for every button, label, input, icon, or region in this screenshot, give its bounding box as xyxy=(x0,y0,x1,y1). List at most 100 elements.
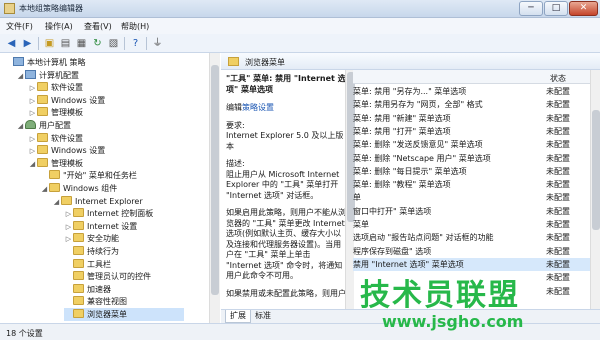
folder-icon xyxy=(73,246,84,255)
list-scrollbar[interactable] xyxy=(590,70,600,309)
folder-icon xyxy=(61,195,72,205)
tree-item[interactable]: ◢ 计算机配置 xyxy=(16,69,79,82)
tree-item[interactable]: ◢ 用户配置 xyxy=(16,119,71,132)
setting-status: 未配置 xyxy=(546,273,570,283)
tree-item[interactable]: 本地计算机 策略 xyxy=(4,56,86,69)
menu-bar: 文件(F) 操作(A) 查看(V) 帮助(H) xyxy=(0,18,600,34)
settings-list: 状态 菜单: 禁用 "另存为..." 菜单选项 未配置 菜单: 禁用另存为 "网页，… xyxy=(353,70,600,309)
up-folder-icon[interactable]: ▣ xyxy=(43,37,56,50)
maximize-button[interactable]: □ xyxy=(544,1,568,16)
tab-standard[interactable]: 标准 xyxy=(251,310,275,323)
menu-view[interactable]: 查看(V) xyxy=(84,21,112,32)
folder-icon xyxy=(37,82,48,92)
setting-status: 未配置 xyxy=(546,113,570,123)
forward-icon[interactable]: ▶ xyxy=(21,37,34,50)
tree-item[interactable]: ▷ 安全功能 xyxy=(64,232,119,245)
tree-item[interactable]: ▷ 软件设置 xyxy=(28,81,83,94)
column-status[interactable]: 状态 xyxy=(550,73,566,84)
tree-item[interactable]: 浏览器菜单 xyxy=(64,308,184,321)
tab-extended[interactable]: 扩展 xyxy=(225,310,251,323)
edit-prefix: 编辑 xyxy=(226,103,242,112)
setting-name: 菜单: 禁用 "打开" 菜单选项 xyxy=(353,126,451,136)
properties-icon[interactable]: ▦ xyxy=(75,37,88,50)
help-icon[interactable]: ? xyxy=(129,37,142,50)
list-item[interactable]: 菜单: 禁用 "新建" 菜单选项 未配置 xyxy=(353,112,590,125)
folder-icon xyxy=(37,94,48,104)
tree-item[interactable]: ◢ 管理模板 xyxy=(28,157,83,170)
list-item[interactable]: 菜单: 禁用另存为 "网页，全部" 格式 未配置 xyxy=(353,98,590,111)
tree-item[interactable]: ▷ Windows 设置 xyxy=(28,94,105,107)
folder-icon xyxy=(73,233,84,243)
tree-scroll-thumb[interactable] xyxy=(211,65,219,295)
requirements-label: 要求: xyxy=(226,120,245,130)
edit-policy-link[interactable]: 策略设置 xyxy=(242,103,274,112)
folder-icon xyxy=(37,157,48,167)
tree-item[interactable]: ◢ Internet Explorer xyxy=(52,195,143,208)
list-item[interactable]: 选项启动 "报告站点问题" 对话框的功能 未配置 xyxy=(353,231,590,244)
setting-name: 菜单: 禁用 "新建" 菜单选项 xyxy=(353,113,451,123)
toolbar: ◀ ▶ ▣ ▤ ▦ ↻ ▧ ? ⏚ xyxy=(0,34,600,53)
tree-item-label: 浏览器菜单 xyxy=(87,310,127,319)
list-scroll-thumb[interactable] xyxy=(592,110,600,230)
setting-name: 菜单: 删除 "教程" 菜单选项 xyxy=(353,180,451,190)
setting-name: 选项启动 "报告站点问题" 对话框的功能 xyxy=(353,233,494,243)
close-button[interactable]: ✕ xyxy=(569,1,598,16)
tree-item[interactable]: 兼容性视图 xyxy=(64,295,127,308)
setting-status: 未配置 xyxy=(546,87,570,96)
tree-item[interactable]: ▷ 软件设置 xyxy=(28,132,83,145)
list-item[interactable]: 菜单: 删除 "教程" 菜单选项 未配置 xyxy=(353,178,590,191)
setting-name: 菜单 xyxy=(353,220,369,229)
tree-item-label: 安全功能 xyxy=(87,234,119,244)
list-item[interactable]: 未配置 xyxy=(353,285,590,298)
refresh-icon[interactable]: ↻ xyxy=(91,37,104,50)
list-item[interactable]: 单 未配置 xyxy=(353,191,590,204)
list-item[interactable]: 程序保存到磁盘" 选项 未配置 xyxy=(353,245,590,258)
tree-item-label: 持续行为 xyxy=(87,247,119,256)
expand-toggle-icon[interactable]: ◢ xyxy=(16,120,25,133)
menu-action[interactable]: 操作(A) xyxy=(45,21,73,32)
list-item[interactable]: 菜单 未配置 xyxy=(353,218,590,231)
folder-icon xyxy=(37,107,48,117)
setting-status: 未配置 xyxy=(546,180,570,190)
tree-item[interactable]: 管理员认可的控件 xyxy=(64,270,151,283)
details-header: 浏览器菜单 xyxy=(221,53,600,70)
filter-icon[interactable]: ⏚ xyxy=(151,37,164,50)
menu-file[interactable]: 文件(F) xyxy=(6,21,33,32)
tree-item[interactable]: ◢ Windows 组件 xyxy=(40,182,117,195)
tree-item[interactable]: "开始" 菜单和任务栏 xyxy=(40,169,137,182)
user-icon xyxy=(25,120,36,129)
setting-name: 菜单: 删除 "每日提示" 菜单选项 xyxy=(353,166,467,176)
tree-item[interactable]: 持续行为 xyxy=(64,245,119,258)
tree-scrollbar[interactable] xyxy=(209,53,220,323)
window-title: 本地组策略编辑器 xyxy=(19,4,83,13)
list-item[interactable]: 菜单: 禁用 "另存为..." 菜单选项 未配置 xyxy=(353,85,590,98)
setting-status: 未配置 xyxy=(546,153,570,163)
tree-item[interactable]: ▷ 管理模板 xyxy=(28,106,83,119)
export-icon[interactable]: ▧ xyxy=(107,37,120,50)
expand-toggle-icon[interactable]: ◢ xyxy=(52,196,61,209)
tree-item-label: Internet 设置 xyxy=(87,221,138,231)
setting-status: 未配置 xyxy=(546,286,570,296)
list-item[interactable]: 未配置 xyxy=(353,271,590,284)
expand-toggle-icon[interactable]: ◢ xyxy=(40,183,49,196)
list-item[interactable]: 禁用 "Internet 选项" 菜单选项 未配置 xyxy=(353,257,590,271)
tree-item[interactable]: ▷ Internet 控制面板 xyxy=(64,207,153,220)
minimize-button[interactable]: ─ xyxy=(519,1,543,16)
expand-toggle-icon[interactable]: ◢ xyxy=(28,158,37,171)
menu-help[interactable]: 帮助(H) xyxy=(121,21,149,32)
expand-toggle-icon[interactable]: ◢ xyxy=(16,70,25,83)
list-item[interactable]: 菜单: 删除 "Netscape 用户" 菜单选项 未配置 xyxy=(353,152,590,165)
list-item[interactable]: 菜单: 禁用 "打开" 菜单选项 未配置 xyxy=(353,125,590,138)
list-item[interactable]: 窗口中打开" 菜单选项 未配置 xyxy=(353,205,590,218)
tree-item[interactable]: ▷ Internet 设置 xyxy=(64,220,137,233)
folder-icon xyxy=(73,220,84,230)
tree-item[interactable]: ▷ Windows 设置 xyxy=(28,144,105,157)
list-item[interactable]: 菜单: 删除 "发送反馈意见" 菜单选项 未配置 xyxy=(353,138,590,151)
tree-item-label: Windows 设置 xyxy=(51,95,106,105)
tree-item[interactable]: 工具栏 xyxy=(64,258,111,271)
back-icon[interactable]: ◀ xyxy=(5,37,18,50)
list-item[interactable]: 菜单: 删除 "每日提示" 菜单选项 未配置 xyxy=(353,165,590,178)
show-hide-tree-icon[interactable]: ▤ xyxy=(59,37,72,50)
tree-item-label: 管理模板 xyxy=(51,158,83,168)
tree-item[interactable]: 加速器 xyxy=(64,283,111,296)
